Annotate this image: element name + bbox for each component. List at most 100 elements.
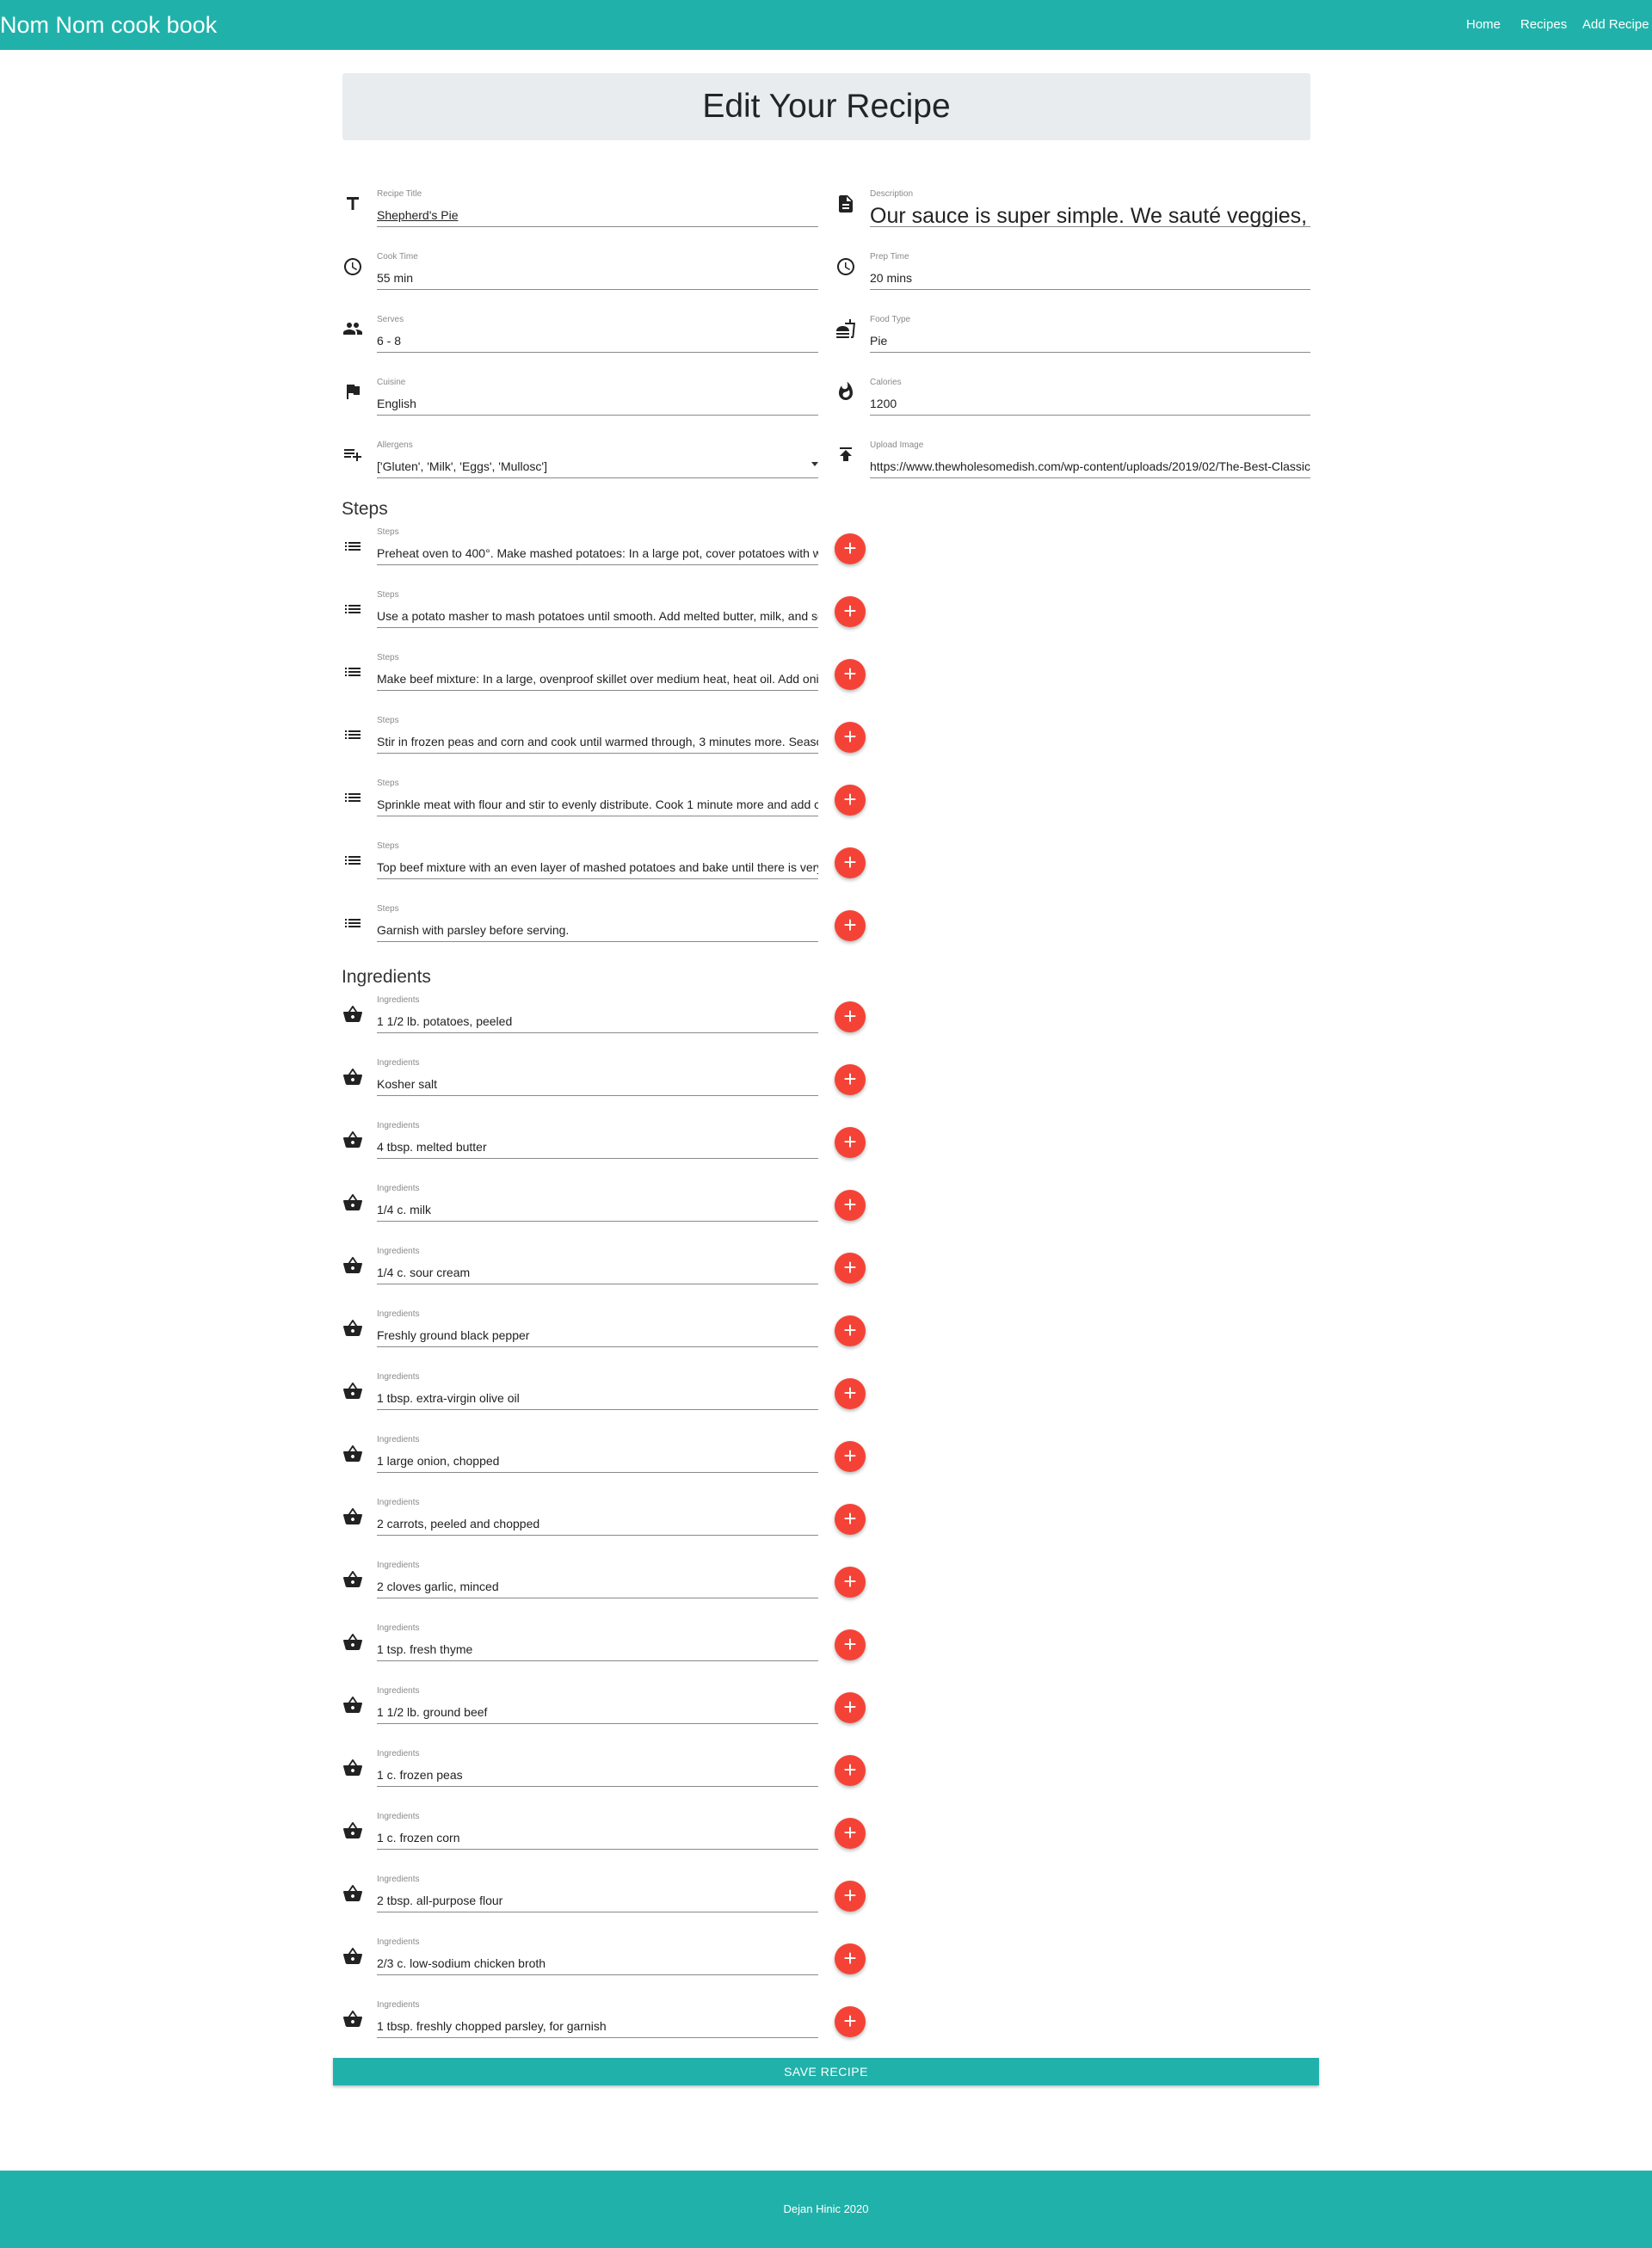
ingredient-field-value[interactable]: 4 tbsp. melted butter xyxy=(377,1139,818,1155)
add-ingredient-button[interactable]: + xyxy=(835,1127,866,1158)
ingredient-field-value[interactable]: 1/4 c. sour cream xyxy=(377,1265,818,1280)
ingredient-field[interactable]: Ingredients 1 tbsp. freshly chopped parsl… xyxy=(377,2000,818,2038)
ingredient-field[interactable]: Ingredients 1 1/2 lb. potatoes, peeled xyxy=(377,995,818,1033)
add-ingredient-button[interactable]: + xyxy=(835,1692,866,1723)
basket-icon xyxy=(342,1569,363,1590)
ingredient-field[interactable]: Ingredients Freshly ground black pepper xyxy=(377,1309,818,1347)
add-ingredient-button[interactable]: + xyxy=(835,1064,866,1095)
ingredient-field-value[interactable]: Kosher salt xyxy=(377,1076,818,1092)
step-field[interactable]: Steps Preheat oven to 400°. Make mashed p… xyxy=(377,527,818,565)
ingredient-field-value[interactable]: 2 cloves garlic, minced xyxy=(377,1579,818,1594)
step-field[interactable]: Steps Use a potato masher to mash potatoe… xyxy=(377,590,818,628)
step-field-value[interactable]: Sprinkle meat with flour and stir to eve… xyxy=(377,797,818,812)
ingredient-field[interactable]: Ingredients 1 c. frozen peas xyxy=(377,1749,818,1787)
ingredient-field-value[interactable]: 1 1/2 lb. potatoes, peeled xyxy=(377,1013,818,1029)
ingredient-field[interactable]: Ingredients 2 carrots, peeled and chopped xyxy=(377,1498,818,1536)
step-field[interactable]: Steps Top beef mixture with an even layer… xyxy=(377,841,818,879)
step-field-value[interactable]: Stir in frozen peas and corn and cook un… xyxy=(377,734,818,749)
calories-value[interactable]: 1200 xyxy=(870,396,1310,411)
step-field-value[interactable]: Use a potato masher to mash potatoes unt… xyxy=(377,608,818,624)
allergens-value[interactable]: ['Gluten', 'Milk', 'Eggs', 'Mullosc'] xyxy=(377,459,801,474)
add-ingredient-button[interactable]: + xyxy=(835,1818,866,1849)
add-ingredient-button[interactable]: + xyxy=(835,1629,866,1660)
step-field-value[interactable]: Garnish with parsley before serving. xyxy=(377,922,818,938)
basket-icon xyxy=(342,1506,363,1527)
add-ingredient-button[interactable]: + xyxy=(835,1755,866,1786)
add-ingredient-button[interactable]: + xyxy=(835,1315,866,1346)
add-step-button[interactable]: + xyxy=(835,659,866,690)
nav-link-add-recipe[interactable]: Add Recipe xyxy=(1582,17,1649,33)
ingredient-field[interactable]: Ingredients 1 1/2 lb. ground beef xyxy=(377,1686,818,1724)
cuisine-value[interactable]: English xyxy=(377,396,818,411)
ingredient-field-value[interactable]: 1 large onion, chopped xyxy=(377,1453,818,1469)
serves-field[interactable]: Serves 6 - 8 xyxy=(377,315,818,353)
step-field[interactable]: Steps Sprinkle meat with flour and stir t… xyxy=(377,779,818,816)
cuisine-field[interactable]: Cuisine English xyxy=(377,378,818,416)
add-ingredient-button[interactable]: + xyxy=(835,1001,866,1032)
ingredient-field-value[interactable]: 1 c. frozen peas xyxy=(377,1767,818,1783)
step-field-value[interactable]: Top beef mixture with an even layer of m… xyxy=(377,859,818,875)
prep-time-field[interactable]: Prep Time 20 mins xyxy=(870,252,1310,290)
add-ingredient-button[interactable]: + xyxy=(835,1190,866,1221)
add-ingredient-button[interactable]: + xyxy=(835,1378,866,1409)
save-recipe-button[interactable]: SAVE RECIPE xyxy=(333,2058,1319,2085)
ingredient-field[interactable]: Ingredients 4 tbsp. melted butter xyxy=(377,1121,818,1159)
step-field[interactable]: Steps Make beef mixture: In a large, oven… xyxy=(377,653,818,691)
ingredient-field-value[interactable]: 1 tsp. fresh thyme xyxy=(377,1641,818,1657)
ingredient-field-value[interactable]: 1 tbsp. extra-virgin olive oil xyxy=(377,1390,818,1406)
add-ingredient-button[interactable]: + xyxy=(835,1441,866,1472)
ingredient-field[interactable]: Ingredients 1 large onion, chopped xyxy=(377,1435,818,1473)
step-field-value[interactable]: Preheat oven to 400°. Make mashed potato… xyxy=(377,545,818,561)
step-field[interactable]: Steps Stir in frozen peas and corn and co… xyxy=(377,716,818,754)
ingredient-field-value[interactable]: 2 carrots, peeled and chopped xyxy=(377,1516,818,1531)
step-field[interactable]: Steps Garnish with parsley before serving… xyxy=(377,904,818,942)
ingredient-field-value[interactable]: 2 tbsp. all-purpose flour xyxy=(377,1893,818,1908)
add-ingredient-button[interactable]: + xyxy=(835,1567,866,1598)
add-step-button[interactable]: + xyxy=(835,785,866,816)
ingredient-field[interactable]: Ingredients 2/3 c. low-sodium chicken bro… xyxy=(377,1937,818,1975)
cook-time-value[interactable]: 55 min xyxy=(377,270,818,286)
ingredient-field-value[interactable]: Freshly ground black pepper xyxy=(377,1327,818,1343)
add-ingredient-button[interactable]: + xyxy=(835,1504,866,1535)
description-value[interactable]: Our sauce is super simple. We sauté vegg… xyxy=(870,203,1310,229)
calories-field[interactable]: Calories 1200 xyxy=(870,378,1310,416)
add-step-button[interactable]: + xyxy=(835,596,866,627)
ingredient-field-value[interactable]: 1 1/2 lb. ground beef xyxy=(377,1704,818,1720)
ingredient-field[interactable]: Ingredients 1 tbsp. extra-virgin olive oi… xyxy=(377,1372,818,1410)
add-ingredient-button[interactable]: + xyxy=(835,1881,866,1912)
ingredient-field[interactable]: Ingredients 1 tsp. fresh thyme xyxy=(377,1623,818,1661)
add-step-button[interactable]: + xyxy=(835,847,866,878)
prep-time-value[interactable]: 20 mins xyxy=(870,270,1310,286)
step-field-value[interactable]: Make beef mixture: In a large, ovenproof… xyxy=(377,671,818,687)
recipe-title-field[interactable]: Recipe Title Shepherd's Pie xyxy=(377,189,818,227)
brand-logo[interactable]: Nom Nom cook book xyxy=(0,12,217,38)
ingredient-field[interactable]: Ingredients 2 tbsp. all-purpose flour xyxy=(377,1875,818,1912)
ingredient-field[interactable]: Ingredients 1 c. frozen corn xyxy=(377,1812,818,1850)
ingredient-field[interactable]: Ingredients 1/4 c. sour cream xyxy=(377,1247,818,1284)
ingredient-field-value[interactable]: 2/3 c. low-sodium chicken broth xyxy=(377,1955,818,1971)
ingredient-field[interactable]: Ingredients 1/4 c. milk xyxy=(377,1184,818,1222)
ingredient-field[interactable]: Ingredients Kosher salt xyxy=(377,1058,818,1096)
ingredient-field-value[interactable]: 1/4 c. milk xyxy=(377,1202,818,1217)
description-field[interactable]: Description Our sauce is super simple. W… xyxy=(870,189,1310,229)
add-step-button[interactable]: + xyxy=(835,533,866,564)
add-step-button[interactable]: + xyxy=(835,910,866,941)
add-ingredient-button[interactable]: + xyxy=(835,1943,866,1974)
dropdown-caret-icon[interactable] xyxy=(811,462,818,466)
food-type-field[interactable]: Food Type Pie xyxy=(870,315,1310,353)
add-step-button[interactable]: + xyxy=(835,722,866,753)
add-ingredient-button[interactable]: + xyxy=(835,2006,866,2037)
nav-link-home[interactable]: Home xyxy=(1466,17,1501,33)
upload-image-value[interactable]: https://www.thewholesomedish.com/wp-cont… xyxy=(870,459,1310,474)
food-type-value[interactable]: Pie xyxy=(870,333,1310,348)
recipe-title-value[interactable]: Shepherd's Pie xyxy=(377,207,818,223)
add-ingredient-button[interactable]: + xyxy=(835,1253,866,1284)
serves-value[interactable]: 6 - 8 xyxy=(377,333,818,348)
cook-time-field[interactable]: Cook Time 55 min xyxy=(377,252,818,290)
ingredient-field-value[interactable]: 1 c. frozen corn xyxy=(377,1830,818,1845)
ingredient-field-value[interactable]: 1 tbsp. freshly chopped parsley, for gar… xyxy=(377,2018,818,2034)
nav-link-recipes[interactable]: Recipes xyxy=(1520,17,1567,33)
upload-image-field[interactable]: Upload Image https://www.thewholesomedis… xyxy=(870,440,1310,478)
allergens-select[interactable]: Allergens ['Gluten', 'Milk', 'Eggs', 'Mu… xyxy=(377,440,818,478)
ingredient-field[interactable]: Ingredients 2 cloves garlic, minced xyxy=(377,1561,818,1598)
